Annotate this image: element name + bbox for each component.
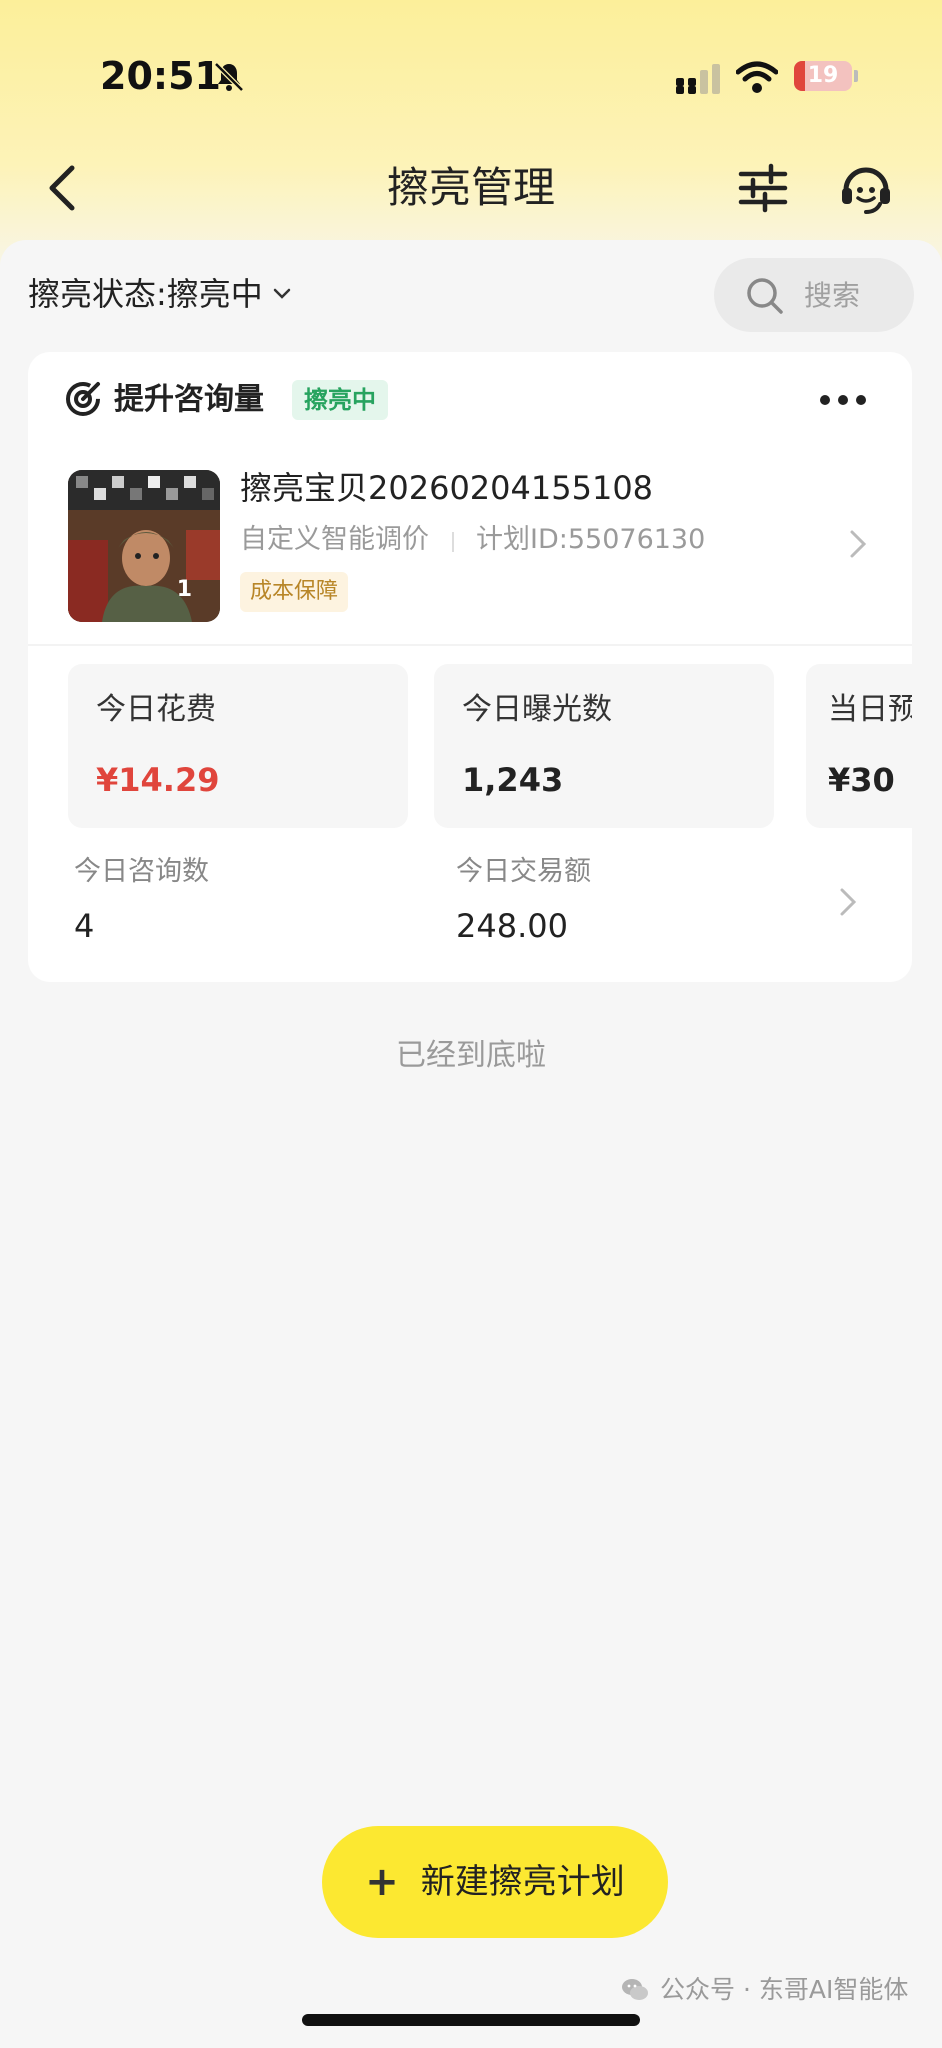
metric-daily-budget: 当日预 ¥30 — [806, 664, 912, 828]
status-filter-label: 擦亮状态:擦亮中 — [28, 275, 263, 313]
end-of-list-text: 已经到底啦 — [396, 1038, 546, 1073]
plan-card[interactable]: 提升咨询量 擦亮中 1 擦亮宝贝20260204155108 自定义智能调价 计… — [28, 352, 912, 982]
home-indicator[interactable] — [302, 2014, 640, 2026]
plan-id: 计划ID:55076130 — [476, 524, 706, 555]
watermark-text: 公众号 · 东哥AI智能体 — [660, 1975, 909, 2004]
metric-label: 当日预 — [828, 692, 912, 727]
pricing-mode: 自定义智能调价 — [240, 524, 429, 555]
cost-guarantee-badge: 成本保障 — [240, 572, 349, 612]
search-box[interactable] — [714, 258, 914, 332]
wechat-icon — [622, 1979, 648, 2000]
status-badge: 擦亮中 — [292, 380, 388, 420]
stat-value: 4 — [74, 907, 95, 945]
chevron-right-icon[interactable] — [838, 886, 858, 918]
metric-value: 1,243 — [462, 761, 564, 799]
battery-tip — [854, 70, 858, 82]
product-name: 擦亮宝贝20260204155108 — [240, 469, 654, 507]
stat-label: 今日交易额 — [456, 856, 591, 887]
chevron-down-icon — [273, 288, 291, 299]
product-thumbnail[interactable]: 1 — [68, 470, 220, 622]
metric-label: 今日曝光数 — [462, 692, 612, 727]
metric-today-impressions: 今日曝光数 1,243 — [434, 664, 774, 828]
page-title: 擦亮管理 — [386, 163, 555, 212]
new-plan-label: 新建擦亮计划 — [420, 1862, 625, 1902]
battery-indicator: 19 — [794, 61, 852, 91]
customer-service-icon[interactable] — [836, 158, 896, 218]
cellular-signal-icon — [676, 64, 720, 94]
sliders-icon[interactable] — [735, 160, 791, 216]
meta-separator — [452, 532, 454, 552]
image-count: 1 — [176, 577, 192, 602]
new-plan-button[interactable]: + 新建擦亮计划 — [322, 1826, 668, 1938]
target-icon — [66, 382, 100, 416]
stat-value: 248.00 — [456, 907, 568, 945]
metric-value: ¥30 — [828, 761, 895, 799]
status-bar: 20:51 19 — [0, 0, 942, 150]
stat-today-transactions: 今日交易额 248.00 — [456, 852, 591, 948]
more-options-icon[interactable] — [812, 376, 874, 424]
product-image — [68, 470, 220, 622]
status-time: 20:51 — [100, 54, 221, 98]
bell-slash-icon — [214, 62, 244, 92]
card-divider — [28, 644, 912, 646]
metrics-row[interactable]: 今日花费 ¥14.29 今日曝光数 1,243 当日预 ¥30 — [68, 664, 912, 828]
watermark: 公众号 · 东哥AI智能体 — [620, 1972, 908, 2008]
plan-goal-title: 提升咨询量 — [114, 382, 264, 417]
stat-today-inquiries: 今日咨询数 4 — [74, 852, 209, 948]
metric-value: ¥14.29 — [96, 761, 220, 799]
battery-level: 19 — [807, 63, 839, 88]
stat-label: 今日咨询数 — [74, 856, 209, 887]
search-icon — [747, 278, 783, 314]
metric-label: 今日花费 — [96, 692, 216, 727]
status-filter-dropdown[interactable]: 擦亮状态:擦亮中 — [28, 270, 291, 318]
chevron-right-icon[interactable] — [848, 528, 868, 560]
wifi-icon — [736, 61, 778, 93]
plus-icon: + — [365, 1859, 399, 1905]
metric-today-spend: 今日花费 ¥14.29 — [68, 664, 408, 828]
search-input[interactable] — [804, 278, 904, 312]
